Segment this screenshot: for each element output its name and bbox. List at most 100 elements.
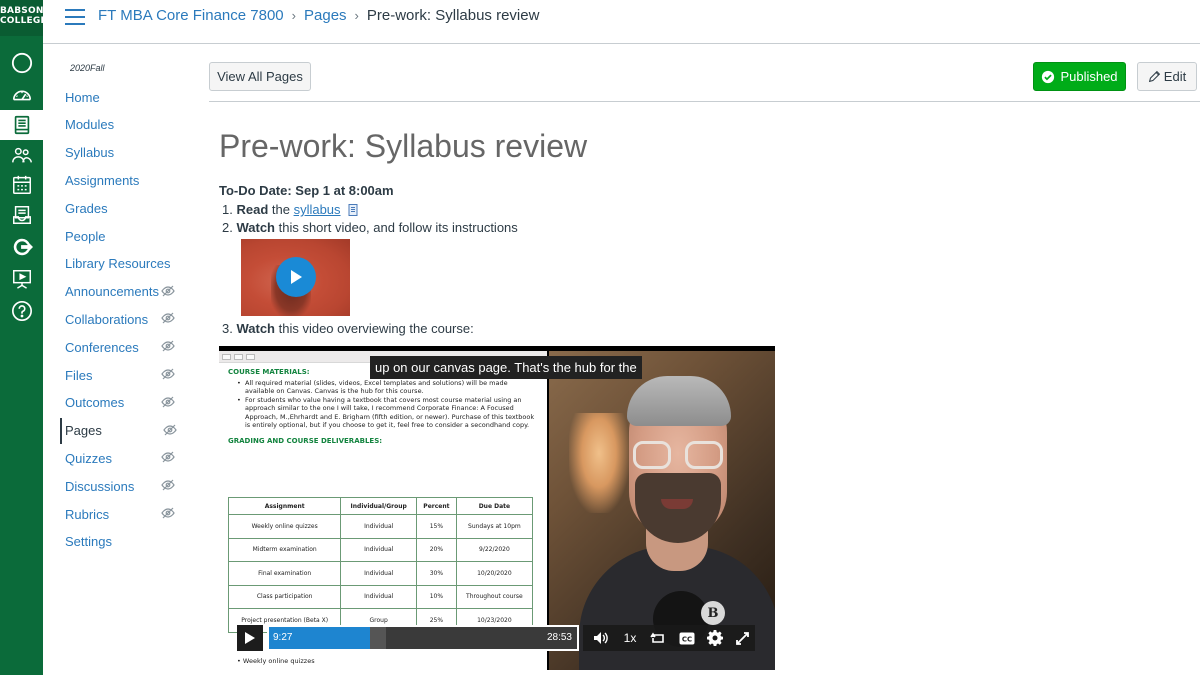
table-cell: 9/22/2020 [455,537,534,562]
sidebar-item-announcements[interactable]: Announcements [60,279,205,305]
play-icon[interactable] [276,257,316,297]
sidebar-item-outcomes[interactable]: Outcomes [60,390,205,416]
table-cell: 10/20/2020 [455,561,534,586]
help-icon[interactable] [0,296,43,326]
step-item-3: 3. Watch this video overviewing the cour… [222,321,474,336]
sidebar-item-home[interactable]: Home [60,84,205,110]
sidebar-item-label: Discussions [65,478,135,494]
table-cell: Class participation [227,584,342,609]
closed-captions-icon[interactable]: CC [674,625,700,651]
global-nav: BABSON COLLEGE [0,0,47,675]
deliverables-table: Assignment Individual/Group Percent Due Dat… [227,497,534,633]
hidden-eye-icon [161,285,175,297]
sidebar-item-modules[interactable]: Modules [60,112,205,138]
hidden-eye-icon [161,312,175,324]
table-cell: Sundays at 10pm [455,514,534,539]
sidebar-item-label: Settings [65,534,112,550]
breadcrumb-pages-link[interactable]: Pages [304,7,347,24]
hidden-eye-icon [161,451,175,463]
chevron-right-icon: › [354,8,359,23]
video-controls: 9:27 28:53 1x CC [237,625,755,651]
chevron-right-icon: › [291,8,296,23]
syllabus-link[interactable]: syllabus [294,202,341,217]
check-circle-icon [1042,70,1055,83]
brand-logo[interactable]: BABSON COLLEGE [0,0,47,36]
edit-button[interactable]: Edit [1137,62,1197,91]
hidden-eye-icon [161,368,175,380]
materials-item: All required material (slides, videos, E… [228,379,537,396]
sidebar-item-grades[interactable]: Grades [60,195,205,221]
hidden-eye-icon [161,396,175,408]
course-overview-video[interactable]: COURSE MATERIALS: All required material … [219,346,775,670]
sidebar-item-assignments[interactable]: Assignments [60,167,205,193]
account-icon[interactable] [0,48,43,78]
hidden-eye-icon [161,340,175,352]
calendar-icon[interactable] [0,170,43,200]
table-cell: 20% [416,537,457,562]
settings-gear-icon[interactable] [702,625,728,651]
duration: 28:53 [546,632,572,643]
play-icon[interactable] [237,625,263,651]
volume-icon[interactable] [589,625,613,651]
video-document-frame: COURSE MATERIALS: All required material … [219,351,547,670]
todo-date: To-Do Date: Sep 1 at 8:00am [219,183,394,198]
breadcrumb-current: Pre-work: Syllabus review [366,7,540,24]
hamburger-menu-icon[interactable] [65,9,85,25]
replay-icon[interactable] [645,625,671,651]
sidebar-item-people[interactable]: People [60,223,205,249]
table-cell: Weekly online quizzes [227,514,342,539]
fullscreen-icon[interactable] [729,625,755,651]
step-item-1: 1. Read the syllabus [222,202,359,217]
playback-speed-button[interactable]: 1x [617,625,643,651]
table-cell: 10% [416,584,457,609]
breadcrumb-course-link[interactable]: FT MBA Core Finance 7800 [98,7,284,24]
dashboard-icon[interactable] [0,80,43,110]
groups-icon[interactable] [0,140,43,170]
table-row: Midterm examination Individual 20% 9/22/202… [227,537,534,562]
sidebar-item-discussions[interactable]: Discussions [60,473,205,499]
inbox-icon[interactable] [0,200,43,230]
table-header-cell: Individual/Group [340,497,418,515]
short-video-thumbnail[interactable] [241,239,350,316]
toolbar-divider [209,101,1200,102]
sidebar-item-library-resources[interactable]: Library Resources [60,251,205,277]
sidebar-item-label: Syllabus [65,145,115,161]
sidebar-item-conferences[interactable]: Conferences [60,334,205,360]
video-caption: up on our canvas page. That's the hub fo… [370,356,642,379]
sidebar-item-pages[interactable]: Pages [60,417,205,444]
sidebar-item-quizzes[interactable]: Quizzes [60,445,205,471]
table-row: Class participation Individual 10% Througho… [227,584,534,609]
sidebar-item-label: Announcements [65,284,159,300]
published-button[interactable]: Published [1033,62,1126,91]
sidebar-item-files[interactable]: Files [60,362,205,388]
sidebar-item-collaborations[interactable]: Collaborations [60,306,205,332]
table-row: Final examination Individual 30% 10/20/2020 [227,561,534,586]
table-header-cell: Due Date [455,497,534,515]
view-all-pages-button[interactable]: View All Pages [209,62,311,91]
table-cell: Midterm examination [227,537,342,562]
table-row: Weekly online quizzes Individual 15% Sunday… [227,514,534,539]
glasses [633,441,725,471]
document-icon[interactable] [348,204,359,216]
sidebar-item-label: Grades [65,200,108,216]
current-time: 9:27 [273,632,293,643]
table-cell: Individual [340,537,418,562]
progress-bar[interactable]: 9:27 28:53 [267,625,579,651]
courses-icon[interactable] [0,110,43,140]
materials-item: For students who value having a textbook… [228,396,537,430]
sidebar-item-label: Assignments [65,172,140,188]
table-cell: Individual [340,514,418,539]
sidebar-item-label: Library Resources [65,256,171,272]
sidebar-item-label: Quizzes [65,450,112,466]
table-cell: 30% [416,561,457,586]
commons-icon[interactable] [0,232,43,262]
table-cell: Throughout course [455,584,534,609]
grading-heading: GRADING AND COURSE DELIVERABLES: [228,436,383,445]
doc-tail-text: • Weekly online quizzes [237,657,315,665]
hidden-eye-icon [163,424,177,436]
sidebar-item-syllabus[interactable]: Syllabus [60,140,205,166]
sidebar-item-label: Home [65,89,100,105]
studio-icon[interactable] [0,264,43,294]
sidebar-item-settings[interactable]: Settings [60,529,205,555]
sidebar-item-rubrics[interactable]: Rubrics [60,501,205,527]
